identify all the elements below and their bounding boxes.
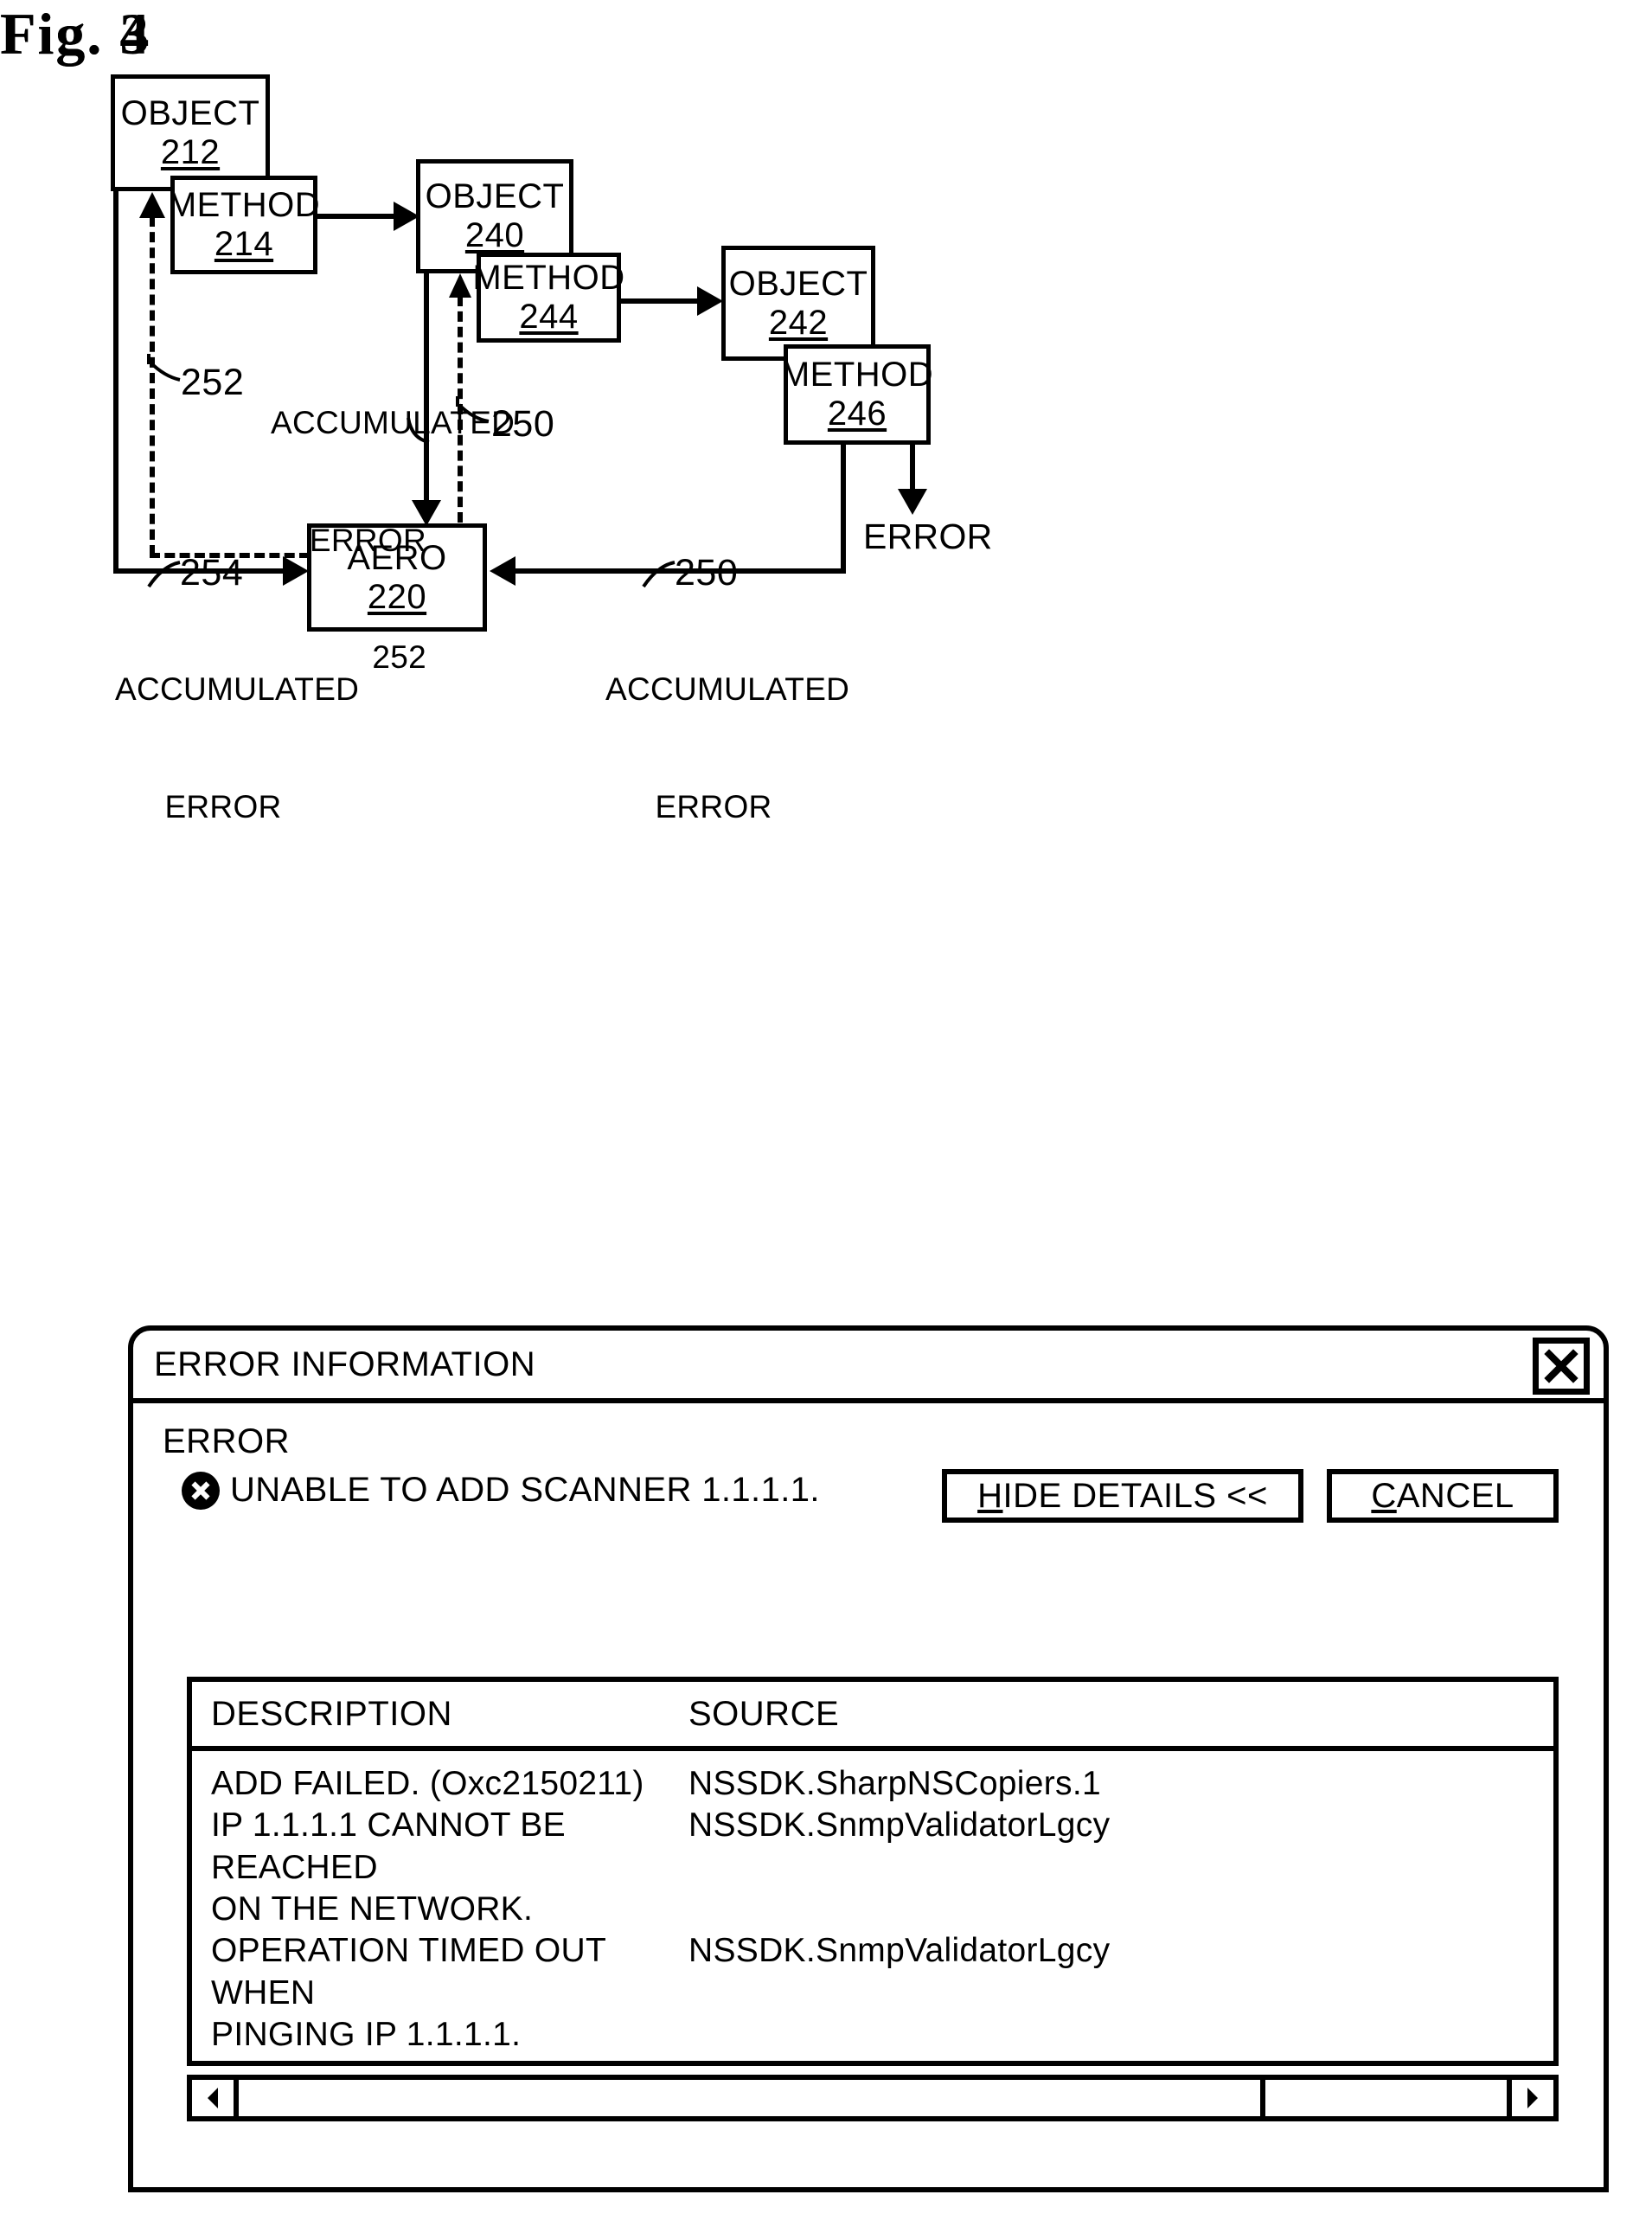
error-message-text: UNABLE TO ADD SCANNER 1.1.1.1. — [230, 1471, 820, 1509]
leader-line-254 — [147, 561, 181, 588]
column-header-description: DESCRIPTION — [211, 1694, 452, 1733]
node-title: OBJECT — [425, 177, 565, 216]
error-message-row: UNABLE TO ADD SCANNER 1.1.1.1. — [182, 1471, 820, 1510]
arrowhead-error-out — [898, 489, 927, 515]
horizontal-scrollbar[interactable] — [187, 2075, 1559, 2121]
line-246-error-out — [910, 445, 915, 494]
leader-line-252-left — [147, 354, 181, 382]
node-method-214: METHOD 214 — [167, 176, 321, 274]
node-object-212: OBJECT 212 — [111, 74, 270, 191]
dialog-titlebar: ERROR INFORMATION — [133, 1331, 1604, 1403]
cell-source: NSSDK.SnmpValidatorLgcy — [688, 1806, 1111, 1845]
arrowhead-250-to-aero — [490, 556, 515, 586]
arrowhead-244-to-242 — [697, 286, 723, 316]
arrowhead-250-up — [449, 273, 471, 298]
node-method-244: METHOD 244 — [472, 253, 624, 343]
column-header-source: SOURCE — [688, 1694, 840, 1733]
label-line-1: ACCUMULATED — [605, 671, 850, 708]
ref-number-250-right: 250 — [675, 552, 739, 594]
cancel-mnemonic: C — [1371, 1476, 1397, 1515]
close-icon[interactable] — [1533, 1338, 1590, 1395]
node-number: 242 — [768, 303, 829, 342]
error-heading: ERROR — [163, 1422, 290, 1460]
leader-line-250-right — [642, 561, 676, 588]
label-line-2: ERROR — [655, 788, 772, 825]
details-table-rows: ADD FAILED. (Oxc2150211) NSSDK.SharpNSCo… — [192, 1751, 1553, 2061]
line-246-down-right — [841, 445, 846, 574]
ref-number-254: 254 — [180, 552, 244, 594]
hide-details-button[interactable]: H IDE DETAILS << — [942, 1469, 1303, 1523]
table-row: OPERATION TIMED OUT WHEN PINGING IP 1.1.… — [192, 1930, 1553, 2056]
dialog-body: ERROR UNABLE TO ADD SCANNER 1.1.1.1. H ID… — [133, 1403, 1604, 2187]
label-line-2: ERROR — [309, 522, 426, 558]
dialog-frame: ERROR INFORMATION ERROR UNABLE TO ADD SC… — [128, 1325, 1609, 2192]
hide-details-label: IDE DETAILS << — [1002, 1476, 1268, 1515]
connector-244-to-242 — [621, 298, 701, 304]
node-title: METHOD — [780, 356, 934, 395]
connector-214-to-240 — [317, 214, 397, 219]
label-accumulated-error-left: ACCUMULATED ERROR — [115, 592, 360, 865]
node-title: METHOD — [472, 259, 625, 298]
table-row: IP 1.1.1.1 CANNOT BE REACHED ON THE NETW… — [192, 1805, 1553, 1930]
chevron-left-icon[interactable] — [192, 2080, 239, 2116]
cell-description: ADD FAILED. (Oxc2150211) — [211, 1765, 644, 1802]
cancel-button[interactable]: C ANCEL — [1327, 1469, 1559, 1523]
node-number: 212 — [160, 132, 221, 171]
cell-source: NSSDK.SharpNSCopiers.1 — [688, 1765, 1101, 1802]
details-table-header: DESCRIPTION SOURCE — [192, 1682, 1553, 1751]
details-table: DESCRIPTION SOURCE ADD FAILED. (Oxc21502… — [187, 1677, 1559, 2066]
label-line-2: ERROR — [164, 788, 282, 825]
cell-description: OPERATION TIMED OUT WHEN PINGING IP 1.1.… — [211, 1932, 606, 2054]
error-circle-x-icon — [182, 1471, 220, 1510]
dialog-title: ERROR INFORMATION — [154, 1344, 536, 1383]
node-number: 214 — [214, 225, 274, 263]
node-title: OBJECT — [728, 264, 868, 303]
chevron-right-icon[interactable] — [1507, 2080, 1553, 2116]
node-method-246: METHOD 246 — [780, 344, 934, 445]
node-number: 240 — [464, 216, 525, 254]
label-accumulated-error-right: ACCUMULATED ERROR — [605, 592, 850, 865]
scrollbar-thumb[interactable] — [239, 2080, 1266, 2116]
line-212-down-left — [113, 189, 118, 574]
label-error-out: ERROR — [863, 517, 993, 556]
scrollbar-track[interactable] — [239, 2080, 1507, 2116]
leader-line-252-mid — [407, 417, 430, 444]
node-title: METHOD — [167, 186, 321, 225]
cancel-label: ANCEL — [1396, 1476, 1514, 1515]
node-number: 244 — [519, 298, 579, 336]
cell-description: IP 1.1.1.1 CANNOT BE REACHED ON THE NETW… — [211, 1806, 566, 1928]
label-line-1: ACCUMULATED — [115, 671, 360, 708]
arrowhead-214-to-240 — [394, 202, 419, 231]
node-title: OBJECT — [120, 93, 260, 132]
arrowhead-252-up — [139, 192, 165, 218]
table-row: ADD FAILED. (Oxc2150211) NSSDK.SharpNSCo… — [192, 1763, 1553, 1805]
node-number: 246 — [827, 395, 887, 433]
figure-4-caption: Fig. 4 — [0, 1, 151, 67]
hide-details-mnemonic: H — [977, 1476, 1003, 1515]
cell-source: NSSDK.SnmpValidatorLgcy — [688, 1932, 1111, 1970]
error-information-dialog: ERROR INFORMATION ERROR UNABLE TO ADD SC… — [128, 1325, 1609, 2192]
